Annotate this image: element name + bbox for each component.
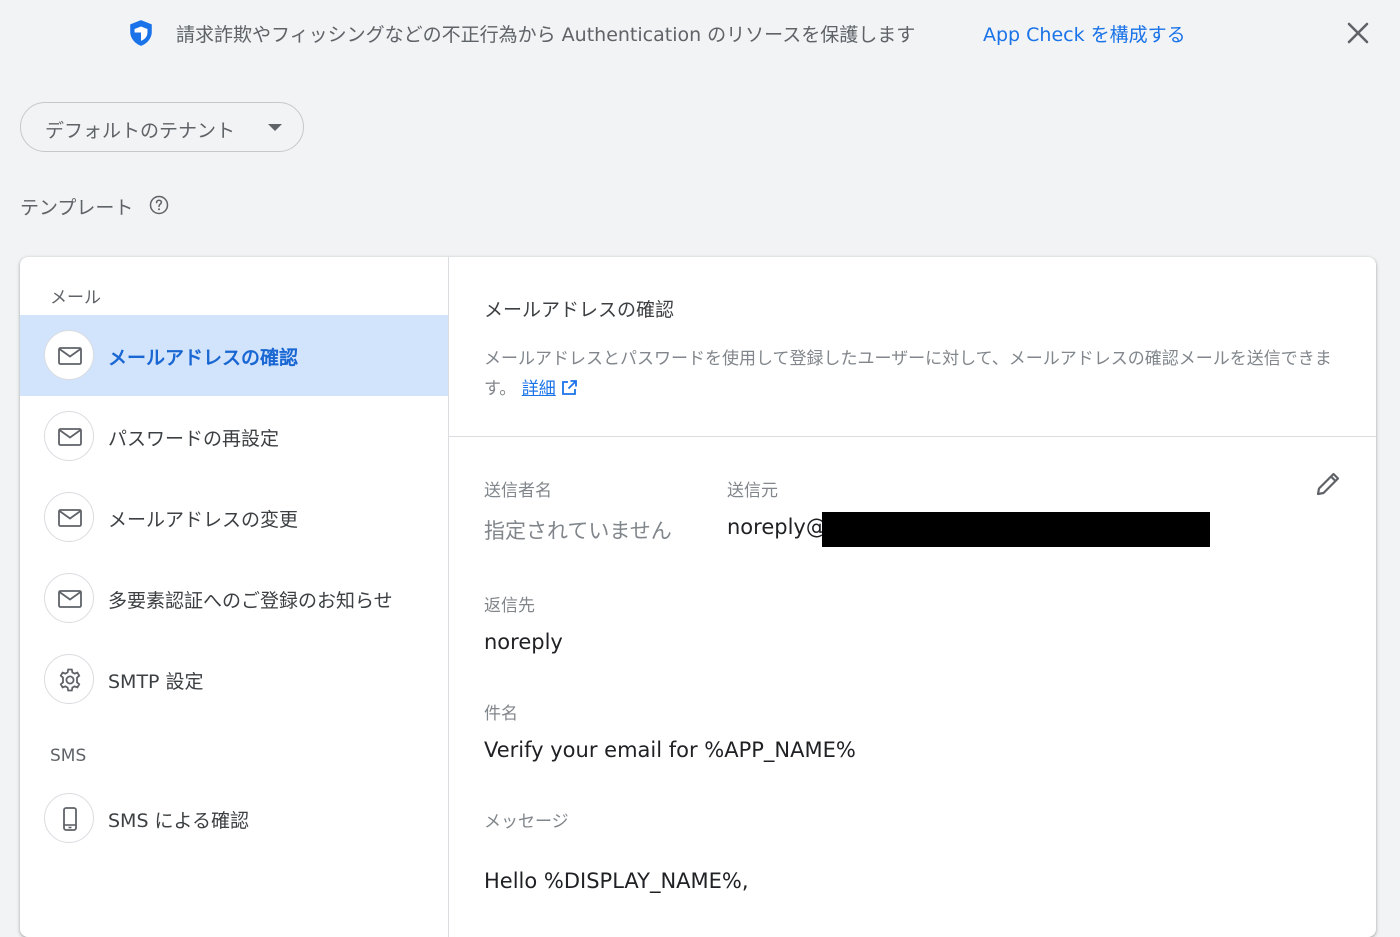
from-label: 送信元 [727, 481, 778, 501]
reply-to-value: noreply [484, 630, 563, 654]
sender-name-label: 送信者名 [484, 481, 552, 501]
template-email-verification[interactable]: メールアドレスの確認 [20, 315, 448, 396]
configure-app-check-link[interactable]: App Check を構成する [983, 20, 1186, 47]
shield-icon [130, 20, 152, 46]
nav-icon-circle [44, 411, 94, 461]
template-label: 多要素認証へのご登録のお知らせ [108, 590, 393, 612]
detail-description: メールアドレスとパスワードを使用して登録したユーザーに対して、メールアドレスの確… [484, 344, 1349, 404]
subject-value: Verify your email for %APP_NAME% [484, 738, 856, 762]
reply-to-label: 返信先 [484, 596, 535, 616]
tenant-dropdown-value: デフォルトのテナント [45, 120, 236, 142]
nav-icon-circle [44, 654, 94, 704]
nav-icon-circle [44, 793, 94, 843]
help-icon[interactable] [149, 195, 169, 215]
template-mfa-enrollment[interactable]: 多要素認証へのご登録のお知らせ [20, 558, 448, 639]
learn-more-link[interactable]: 詳細 [522, 379, 556, 399]
from-value: noreply@ [727, 515, 827, 539]
template-detail: メールアドレスの確認 メールアドレスとパスワードを使用して登録したユーザーに対し… [449, 257, 1376, 937]
template-list: メール メールアドレスの確認 パスワードの再設定 メールアドレスの変更 多要素認… [20, 257, 449, 937]
description-text: メールアドレスとパスワードを使用して登録したユーザーに対して、メールアドレスの確… [484, 349, 1332, 399]
email-section-label: メール [50, 288, 101, 308]
tenant-dropdown[interactable]: デフォルトのテナント [20, 102, 304, 152]
template-label: メールアドレスの変更 [108, 509, 299, 531]
edit-pencil-icon[interactable] [1312, 468, 1344, 500]
phone-icon [63, 807, 77, 831]
mail-icon [58, 428, 82, 446]
template-label: パスワードの再設定 [108, 428, 280, 450]
templates-card: メール メールアドレスの確認 パスワードの再設定 メールアドレスの変更 多要素認… [20, 257, 1376, 937]
message-value: Hello %DISPLAY_NAME%, [484, 869, 749, 893]
dropdown-arrow-icon [268, 124, 282, 131]
nav-icon-circle [44, 492, 94, 542]
mail-icon [58, 347, 82, 365]
nav-icon-circle [44, 573, 94, 623]
mail-icon [58, 590, 82, 608]
template-sms-verification[interactable]: SMS による確認 [20, 778, 448, 859]
divider [449, 436, 1376, 437]
detail-title: メールアドレスの確認 [484, 299, 675, 321]
template-label: SMS による確認 [108, 810, 249, 832]
templates-heading: テンプレート [20, 197, 134, 219]
message-label: メッセージ [484, 812, 569, 832]
sms-section-label: SMS [50, 746, 87, 766]
close-icon[interactable] [1344, 19, 1372, 47]
app-check-banner: 請求詐欺やフィッシングなどの不正行為から Authentication のリソー… [0, 0, 1400, 66]
template-smtp-settings[interactable]: SMTP 設定 [20, 639, 448, 720]
template-label: メールアドレスの確認 [108, 347, 299, 369]
template-password-reset[interactable]: パスワードの再設定 [20, 396, 448, 477]
redacted-email-domain [822, 512, 1210, 547]
gear-icon [59, 668, 81, 692]
mail-icon [58, 509, 82, 527]
template-label: SMTP 設定 [108, 671, 204, 693]
external-link-icon[interactable] [560, 379, 578, 397]
nav-icon-circle [44, 330, 94, 380]
subject-label: 件名 [484, 704, 518, 724]
sender-name-value: 指定されていません [484, 519, 672, 543]
template-email-change[interactable]: メールアドレスの変更 [20, 477, 448, 558]
banner-message: 請求詐欺やフィッシングなどの不正行為から Authentication のリソー… [176, 24, 916, 46]
